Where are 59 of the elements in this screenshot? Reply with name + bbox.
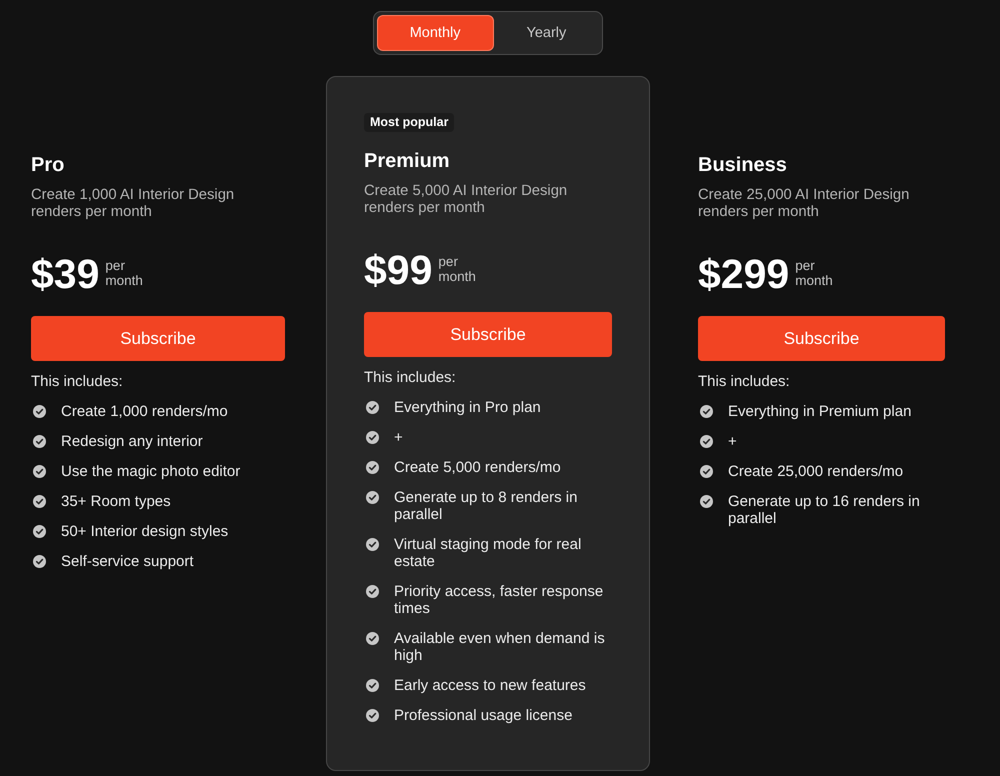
price-period: per month	[795, 258, 834, 288]
check-icon	[366, 461, 379, 474]
check-icon	[33, 465, 46, 478]
check-icon	[700, 465, 713, 478]
feature-text: Everything in Premium plan	[728, 403, 912, 420]
check-icon	[366, 585, 379, 598]
feature-text: Available even when demand is high	[394, 630, 606, 664]
feature-text: Self-service support	[61, 553, 195, 570]
feature-text: Create 5,000 renders/mo	[394, 459, 562, 476]
check-icon	[366, 709, 379, 722]
price-period: per month	[105, 258, 144, 288]
feature-text: Priority access, faster response times	[394, 583, 604, 617]
check-icon	[700, 405, 713, 418]
includes-label: This includes:	[364, 369, 456, 387]
plan-name: Premium	[364, 149, 450, 173]
feature-text: Virtual staging mode for real estate	[394, 536, 582, 570]
plan-name: Business	[698, 153, 787, 177]
check-icon	[33, 405, 46, 418]
check-icon	[33, 495, 46, 508]
feature-text: +	[394, 429, 404, 446]
includes-label: This includes:	[698, 373, 790, 391]
plan-badge: Most popular	[364, 113, 454, 132]
feature-text: Generate up to 16 renders in parallel	[728, 493, 921, 527]
plan-price: $99	[364, 248, 432, 292]
billing-tab[interactable]: Monthly	[376, 15, 494, 51]
feature-text: Everything in Pro plan	[394, 399, 542, 416]
check-icon	[366, 679, 379, 692]
plan-price: $299	[698, 252, 790, 296]
check-icon	[366, 431, 379, 444]
check-icon	[366, 491, 379, 504]
check-icon	[366, 538, 379, 551]
feature-text: Create 1,000 renders/mo	[61, 403, 229, 420]
check-icon	[700, 435, 713, 448]
feature-text: 50+ Interior design styles	[61, 523, 230, 540]
plan-description: Create 5,000 AI Interior Design renders per month	[364, 183, 568, 217]
subscribe-button[interactable]: Subscribe	[31, 316, 285, 361]
billing-tab[interactable]: Yearly	[494, 15, 600, 51]
feature-text: Professional usage license	[394, 707, 574, 724]
feature-text: Create 25,000 renders/mo	[728, 463, 904, 480]
plan-description: Create 25,000 AI Interior Design renders per month	[698, 187, 910, 221]
price-period: per month	[438, 254, 477, 284]
feature-text: 35+ Room types	[61, 493, 172, 510]
feature-text: Redesign any interior	[61, 433, 204, 450]
check-icon	[33, 435, 46, 448]
feature-text: +	[728, 433, 738, 450]
check-icon	[366, 401, 379, 414]
includes-label: This includes:	[31, 373, 123, 391]
check-icon	[700, 495, 713, 508]
check-icon	[366, 632, 379, 645]
check-icon	[33, 525, 46, 538]
feature-text: Use the magic photo editor	[61, 463, 242, 480]
check-icon	[33, 555, 46, 568]
plan-description: Create 1,000 AI Interior Design renders per month	[31, 187, 236, 221]
feature-text: Early access to new features	[394, 677, 587, 694]
subscribe-button[interactable]: Subscribe	[364, 312, 612, 357]
subscribe-button[interactable]: Subscribe	[698, 316, 945, 361]
plan-price: $39	[31, 252, 100, 296]
feature-text: Generate up to 8 renders in parallel	[394, 489, 578, 523]
plan-name: Pro	[31, 153, 64, 177]
